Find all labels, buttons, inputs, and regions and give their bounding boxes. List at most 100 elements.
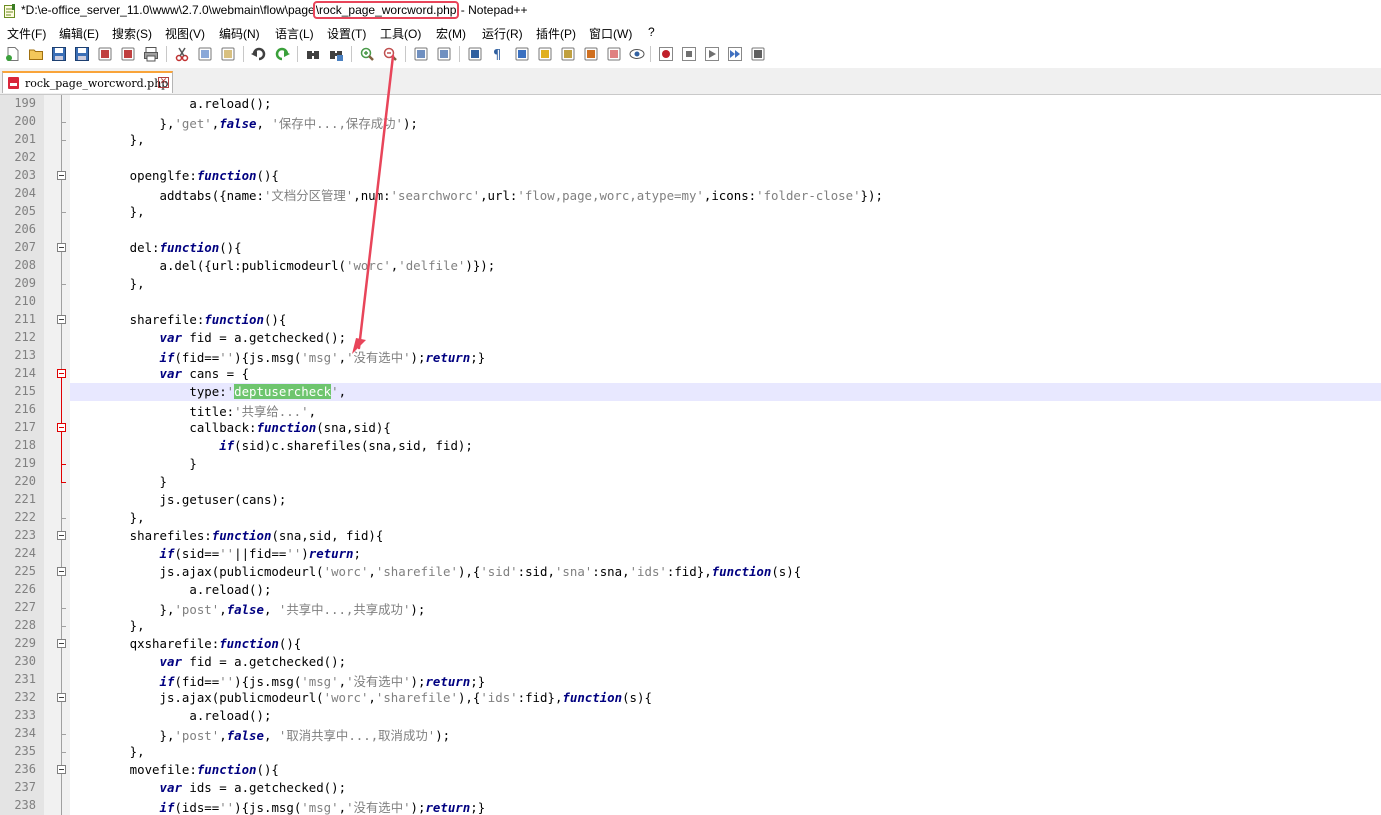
word-wrap-icon[interactable] (467, 46, 483, 62)
code-line[interactable]: 221 js.getuser(cans); (0, 491, 1381, 509)
code-line[interactable]: 226 a.reload(); (0, 581, 1381, 599)
menu-item-7[interactable]: 工具(O) (380, 25, 421, 42)
menu-item-8[interactable]: 宏(M) (436, 25, 466, 42)
menu-item-9[interactable]: 运行(R) (482, 25, 523, 42)
close-icon[interactable] (97, 46, 113, 62)
code-line[interactable]: 229 qxsharefile:function(){ (0, 635, 1381, 653)
code-line[interactable]: 238 if(ids==''){js.msg('msg','没有选中');ret… (0, 797, 1381, 815)
print-icon[interactable] (143, 46, 159, 62)
code-line[interactable]: 231 if(fid==''){js.msg('msg','没有选中');ret… (0, 671, 1381, 689)
code-line[interactable]: 227 },'post',false, '共享中...,共享成功'); (0, 599, 1381, 617)
code-line[interactable]: 208 a.del({url:publicmodeurl('worc','del… (0, 257, 1381, 275)
code-line[interactable]: 200 },'get',false, '保存中...,保存成功'); (0, 113, 1381, 131)
line-number: 203 (14, 168, 36, 182)
code-line[interactable]: 236 movefile:function(){ (0, 761, 1381, 779)
code-line[interactable]: 232 js.ajax(publicmodeurl('worc','sharef… (0, 689, 1381, 707)
fold-toggle-icon[interactable] (57, 531, 66, 540)
fold-toggle-icon[interactable] (57, 171, 66, 180)
new-file-icon[interactable] (5, 46, 21, 62)
save-all-icon[interactable] (74, 46, 90, 62)
code-line[interactable]: 214 var cans = { (0, 365, 1381, 383)
menu-item-10[interactable]: 插件(P) (536, 25, 576, 42)
code-line[interactable]: 222 }, (0, 509, 1381, 527)
code-line[interactable]: 207 del:function(){ (0, 239, 1381, 257)
menu-item-3[interactable]: 视图(V) (165, 25, 205, 42)
menu-item-5[interactable]: 语言(L) (275, 25, 314, 42)
code-line[interactable]: 201 }, (0, 131, 1381, 149)
monitoring-icon[interactable] (629, 46, 645, 62)
fold-toggle-icon[interactable] (57, 693, 66, 702)
code-line[interactable]: 215 type:'deptusercheck', (0, 383, 1381, 401)
code-editor[interactable]: 199 a.reload(); 200 },'get',false, '保存中..… (0, 95, 1381, 815)
code-line[interactable]: 216 title:'共享给...', (0, 401, 1381, 419)
sync-vertical-icon[interactable] (413, 46, 429, 62)
paste-icon[interactable] (220, 46, 236, 62)
code-line[interactable]: 205 }, (0, 203, 1381, 221)
record-macro-icon[interactable] (658, 46, 674, 62)
undo-icon[interactable] (251, 46, 267, 62)
doc-map-icon[interactable] (560, 46, 576, 62)
replace-icon[interactable] (328, 46, 344, 62)
close-all-icon[interactable] (120, 46, 136, 62)
menu-item-4[interactable]: 编码(N) (219, 25, 260, 42)
user-lang-icon[interactable] (537, 46, 553, 62)
code-line[interactable]: 212 var fid = a.getchecked(); (0, 329, 1381, 347)
code-line[interactable]: 209 }, (0, 275, 1381, 293)
fold-toggle-icon[interactable] (57, 243, 66, 252)
menu-item-2[interactable]: 搜索(S) (112, 25, 152, 42)
zoom-in-icon[interactable] (359, 46, 375, 62)
code-line[interactable]: 202 (0, 149, 1381, 167)
tab-close-icon[interactable]: ✕ (158, 77, 169, 88)
code-line[interactable]: 204 addtabs({name:'文档分区管理',num:'searchwo… (0, 185, 1381, 203)
code-line[interactable]: 199 a.reload(); (0, 95, 1381, 113)
save-icon[interactable] (51, 46, 67, 62)
code-line[interactable]: 228 }, (0, 617, 1381, 635)
code-line[interactable]: 235 }, (0, 743, 1381, 761)
code-line[interactable]: 234 },'post',false, '取消共享中...,取消成功'); (0, 725, 1381, 743)
code-line[interactable]: 230 var fid = a.getchecked(); (0, 653, 1381, 671)
code-line[interactable]: 203 openglfe:function(){ (0, 167, 1381, 185)
play-macro-icon[interactable] (704, 46, 720, 62)
code-line[interactable]: 224 if(sid==''||fid=='')return; (0, 545, 1381, 563)
code-line[interactable]: 223 sharefiles:function(sna,sid, fid){ (0, 527, 1381, 545)
code-text: type:'deptusercheck', (70, 384, 347, 399)
redo-icon[interactable] (274, 46, 290, 62)
line-number: 201 (14, 132, 36, 146)
menu-item-0[interactable]: 文件(F) (7, 25, 46, 42)
open-file-icon[interactable] (28, 46, 44, 62)
find-icon[interactable] (305, 46, 321, 62)
tab-rock-page-worcword[interactable]: rock_page_worcword.php ✕ (2, 71, 173, 93)
code-line[interactable]: 237 var ids = a.getchecked(); (0, 779, 1381, 797)
code-line[interactable]: 219 } (0, 455, 1381, 473)
code-line[interactable]: 218 if(sid)c.sharefiles(sna,sid, fid); (0, 437, 1381, 455)
code-line[interactable]: 217 callback:function(sna,sid){ (0, 419, 1381, 437)
fold-toggle-icon[interactable] (57, 315, 66, 324)
menu-item-11[interactable]: 窗口(W) (589, 25, 632, 42)
menu-item-1[interactable]: 编辑(E) (59, 25, 99, 42)
copy-icon[interactable] (197, 46, 213, 62)
run-macro-multiple-icon[interactable] (727, 46, 743, 62)
save-macro-icon[interactable] (750, 46, 766, 62)
fold-toggle-icon[interactable] (57, 567, 66, 576)
cut-icon[interactable] (174, 46, 190, 62)
show-all-chars-icon[interactable]: ¶ (490, 46, 506, 62)
menu-item-12[interactable]: ? (648, 25, 655, 39)
folder-workspace-icon[interactable] (606, 46, 622, 62)
code-line[interactable]: 213 if(fid==''){js.msg('msg','没有选中');ret… (0, 347, 1381, 365)
indent-guide-icon[interactable] (514, 46, 530, 62)
code-line[interactable]: 211 sharefile:function(){ (0, 311, 1381, 329)
code-line[interactable]: 233 a.reload(); (0, 707, 1381, 725)
fold-toggle-icon[interactable] (57, 369, 66, 378)
fold-toggle-icon[interactable] (57, 765, 66, 774)
fold-toggle-icon[interactable] (57, 423, 66, 432)
function-list-icon[interactable] (583, 46, 599, 62)
code-line[interactable]: 220 } (0, 473, 1381, 491)
code-line[interactable]: 206 (0, 221, 1381, 239)
code-line[interactable]: 210 (0, 293, 1381, 311)
sync-horizontal-icon[interactable] (436, 46, 452, 62)
zoom-out-icon[interactable] (382, 46, 398, 62)
menu-item-6[interactable]: 设置(T) (327, 25, 366, 42)
fold-toggle-icon[interactable] (57, 639, 66, 648)
code-line[interactable]: 225 js.ajax(publicmodeurl('worc','sharef… (0, 563, 1381, 581)
stop-macro-icon[interactable] (681, 46, 697, 62)
